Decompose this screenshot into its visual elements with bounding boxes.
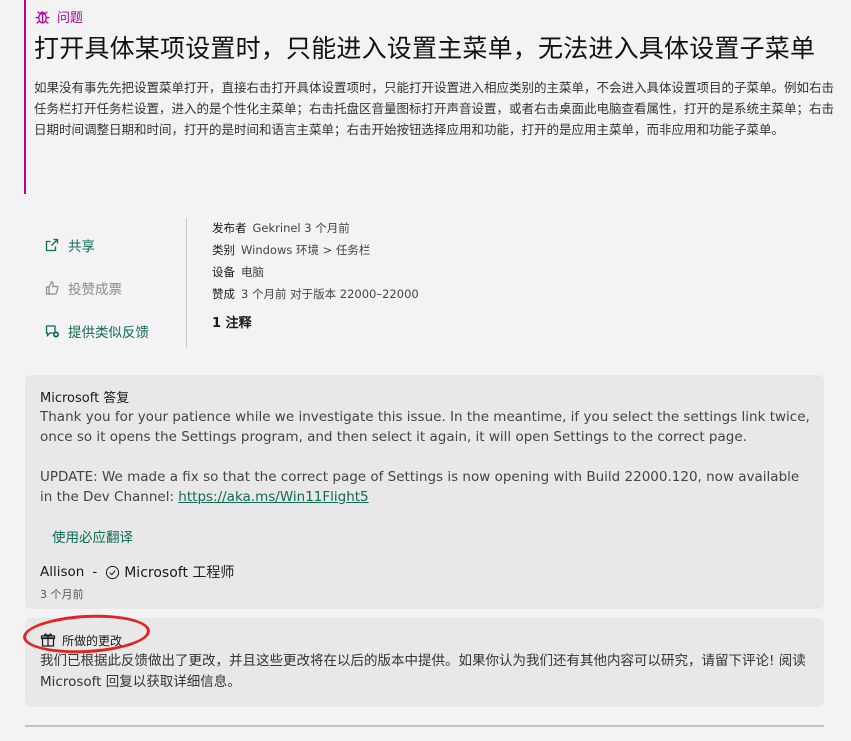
meta-device: 设备 电脑 [212, 261, 419, 283]
comments-count[interactable]: 1 注释 [212, 312, 252, 331]
issue-description: 如果没有事先先把设置菜单打开，直接右击打开具体设置项时，只能打开设置进入相应类别… [34, 80, 835, 137]
meta-category-key: 类别 [212, 243, 235, 257]
meta-publisher-key: 发布者 [212, 221, 247, 235]
feedback-hub-page: 问题 打开具体某项设置时，只能进入设置主菜单，无法进入具体设置子菜单 如果没有事… [0, 0, 851, 741]
win11-flight-link[interactable]: https://aka.ms/Win11Flight5 [178, 489, 368, 505]
reply-time: 3 个月前 [40, 588, 84, 601]
reply-title: Microsoft 答复 [40, 391, 130, 406]
meta-upvote: 赞成 3 个月前 对于版本 22000–22000 [212, 283, 419, 305]
reply-body: Thank you for your patience while we inv… [40, 407, 815, 507]
thumbs-up-icon [45, 281, 59, 295]
meta-upvote-value: 3 个月前 对于版本 22000–22000 [241, 287, 419, 301]
feedback-icon [45, 325, 59, 338]
changes-body: 我们已根据此反馈做出了更改，并且这些更改将在以后的版本中提供。如果你认为我们还有… [40, 653, 806, 690]
issue-type-label: 问题 [57, 10, 84, 26]
changes-title: 所做的更改 [62, 633, 123, 648]
reply-paragraph-2: UPDATE: We made a fix so that the correc… [40, 467, 815, 507]
reply-paragraph-2-text: UPDATE: We made a fix so that the correc… [40, 469, 800, 505]
meta-category-value: Windows 环境 > 任务栏 [241, 243, 371, 257]
meta-category: 类别 Windows 环境 > 任务栏 [212, 239, 419, 261]
microsoft-reply-card: Microsoft 答复 Thank you for your patience… [25, 375, 824, 609]
author-name: Allison [40, 564, 85, 580]
upvote-label: 投赞成票 [68, 282, 122, 298]
reply-paragraph-1: Thank you for your patience while we inv… [40, 409, 810, 445]
share-label: 共享 [68, 239, 95, 255]
issue-header: 问题 打开具体某项设置时，只能进入设置主菜单，无法进入具体设置子菜单 如果没有事… [24, 0, 836, 194]
share-icon [45, 238, 59, 252]
meta-device-value: 电脑 [241, 265, 264, 279]
verified-check-icon [106, 565, 120, 579]
give-similar-feedback-button[interactable]: 提供类似反馈 [44, 320, 149, 342]
author-dash: - [92, 564, 98, 580]
issue-title: 打开具体某项设置时，只能进入设置主菜单，无法进入具体设置子菜单 [34, 34, 816, 63]
meta-device-key: 设备 [212, 265, 235, 279]
feedback-label: 提供类似反馈 [68, 325, 149, 341]
gift-icon [40, 633, 56, 647]
bing-translate-link[interactable]: 使用必应翻译 [52, 526, 133, 546]
share-button[interactable]: 共享 [44, 234, 95, 256]
meta-publisher: 发布者 Gekrinel 3 个月前 [212, 217, 419, 239]
author-role: Microsoft 工程师 [124, 565, 235, 581]
issue-meta: 发布者 Gekrinel 3 个月前 类别 Windows 环境 > 任务栏 设备电… [212, 217, 419, 305]
issue-type: 问题 [34, 6, 836, 26]
changes-header: 所做的更改 [40, 630, 809, 650]
upvote-button[interactable]: 投赞成票 [44, 277, 122, 299]
bottom-divider [25, 725, 824, 727]
meta-upvote-key: 赞成 [212, 287, 235, 301]
actions-divider [186, 218, 187, 347]
meta-publisher-value: Gekrinel 3 个月前 [252, 221, 350, 235]
changes-made-card: 所做的更改 我们已根据此反馈做出了更改，并且这些更改将在以后的版本中提供。如果你… [25, 618, 824, 707]
bug-icon [35, 10, 50, 24]
reply-author: Allison - Microsoft 工程师 [40, 562, 809, 582]
